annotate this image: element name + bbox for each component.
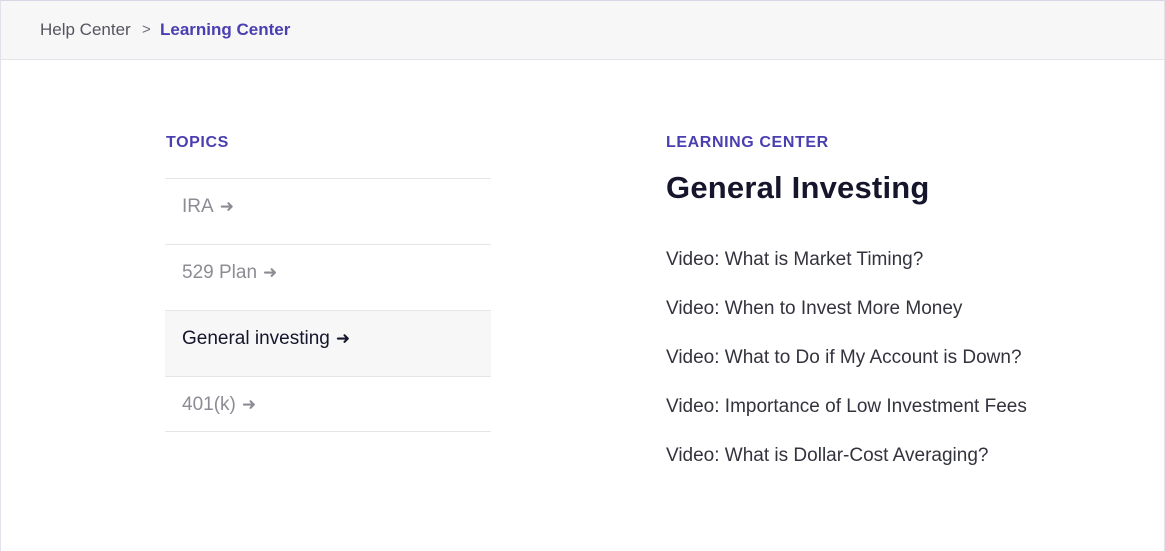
breadcrumb-help-center-link[interactable]: Help Center (40, 20, 131, 40)
article-list: Video: What is Market Timing? Video: Whe… (666, 248, 1027, 493)
topic-item-general-investing[interactable]: General investing ➜ (165, 311, 491, 377)
article-link-dollar-cost-averaging[interactable]: Video: What is Dollar-Cost Averaging? (666, 444, 1027, 493)
list-item: Video: Importance of Low Investment Fees (666, 395, 1027, 444)
topic-item-label: 401(k) ➜ (182, 394, 257, 415)
topics-heading: TOPICS (166, 134, 229, 151)
topics-list: IRA ➜ 529 Plan ➜ General investing ➜ 401(k)… (165, 178, 491, 432)
article-link-account-down[interactable]: Video: What to Do if My Account is Down? (666, 346, 1027, 395)
breadcrumb-learning-center-link[interactable]: Learning Center (160, 20, 290, 40)
article-link-market-timing[interactable]: Video: What is Market Timing? (666, 248, 1027, 297)
article-link-invest-more-money[interactable]: Video: When to Invest More Money (666, 297, 1027, 346)
arrow-right-icon: ➜ (335, 329, 351, 348)
arrow-right-icon: ➜ (219, 197, 234, 216)
topic-item-529-plan[interactable]: 529 Plan ➜ (165, 245, 491, 311)
arrow-right-icon: ➜ (263, 263, 278, 282)
breadcrumb-separator: > (142, 21, 151, 38)
list-item: Video: What to Do if My Account is Down? (666, 346, 1027, 395)
list-item: Video: What is Market Timing? (666, 248, 1027, 297)
topic-item-ira[interactable]: IRA ➜ (165, 179, 491, 245)
topic-item-401k[interactable]: 401(k) ➜ (165, 377, 491, 432)
section-eyebrow: LEARNING CENTER (666, 134, 829, 151)
list-item: Video: What is Dollar-Cost Averaging? (666, 444, 1027, 493)
page-frame: Help Center > Learning Center TOPICS IRA… (0, 0, 1165, 551)
breadcrumb: Help Center > Learning Center (1, 1, 1164, 60)
article-link-low-fees[interactable]: Video: Importance of Low Investment Fees (666, 395, 1027, 444)
list-item: Video: When to Invest More Money (666, 297, 1027, 346)
arrow-right-icon: ➜ (241, 395, 257, 414)
topic-item-label: IRA ➜ (182, 196, 234, 217)
page-title: General Investing (666, 170, 930, 205)
topic-item-label: 529 Plan ➜ (182, 262, 278, 283)
topic-item-label: General investing ➜ (182, 328, 351, 349)
